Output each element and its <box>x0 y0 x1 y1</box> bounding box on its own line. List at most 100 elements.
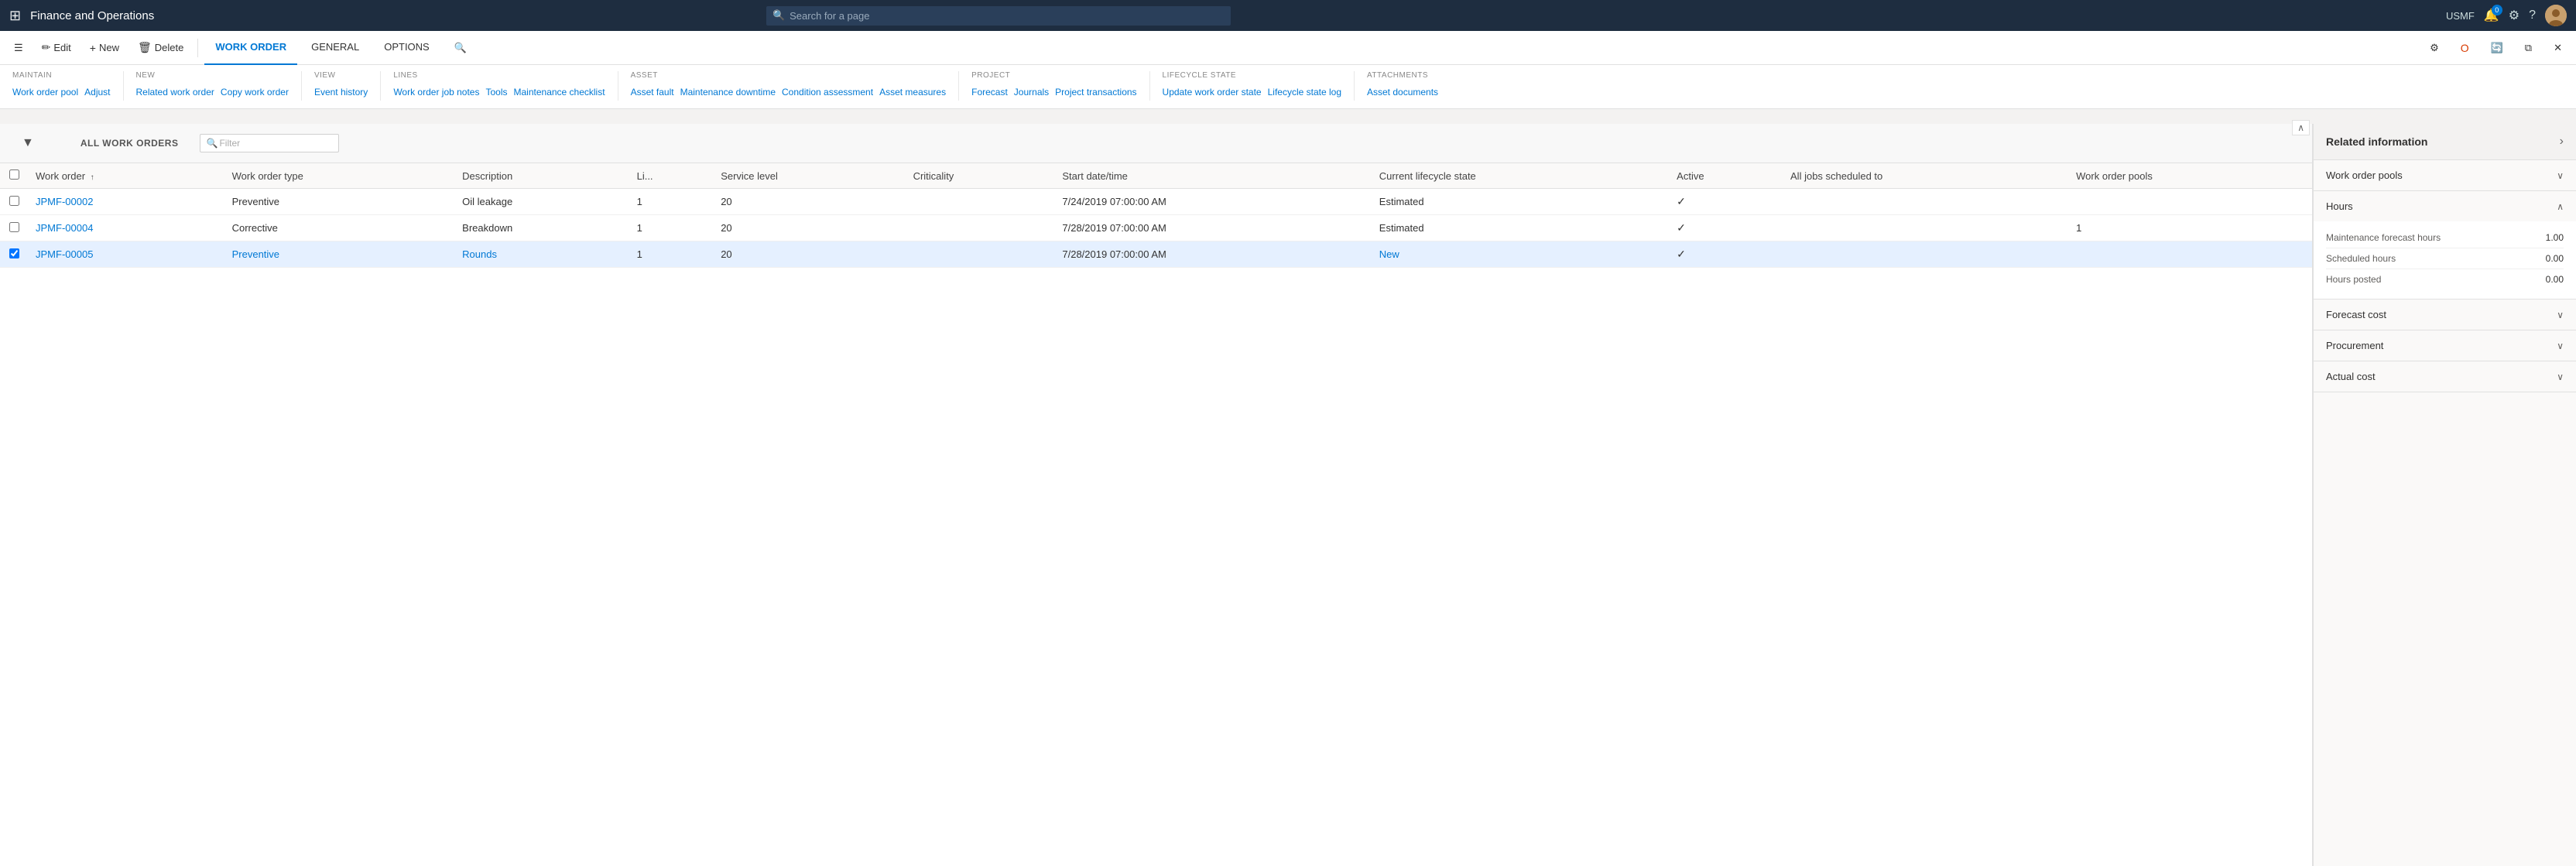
active-check: ✓ <box>1677 195 1686 207</box>
settings-small-btn[interactable]: ⚙ <box>2422 37 2447 59</box>
ribbon-item-copy-work-order[interactable]: Copy work order <box>221 84 289 101</box>
help-icon[interactable]: ? <box>2529 9 2536 22</box>
collapse-arrow[interactable]: ∧ <box>2292 120 2310 135</box>
ribbon-group-project: PROJECT Forecast Journals Project transacti… <box>971 71 1149 101</box>
section-header[interactable]: Hours∧ <box>2314 191 2576 221</box>
work-order-pools-cell <box>2068 241 2312 268</box>
ribbon-item-asset-fault[interactable]: Asset fault <box>631 84 674 101</box>
top-bar-right: USMF 🔔 0 ⚙ ? <box>2446 5 2567 26</box>
restore-btn[interactable]: ⧉ <box>2517 37 2540 59</box>
section-procurement: Procurement∨ <box>2314 330 2576 361</box>
ribbon-item-maintenance-downtime[interactable]: Maintenance downtime <box>680 84 776 101</box>
work-order-description: Rounds <box>454 241 629 268</box>
ribbon-item-work-order-job-notes[interactable]: Work order job notes <box>393 84 479 101</box>
table-body: JPMF-00002PreventiveOil leakage1207/24/2… <box>0 189 2312 268</box>
service-level: 20 <box>713 215 905 241</box>
new-button[interactable]: + New <box>82 37 127 59</box>
ribbon-item-asset-measures[interactable]: Asset measures <box>879 84 946 101</box>
col-description[interactable]: Description <box>454 163 629 189</box>
ribbon-items: Work order pool Adjust <box>12 84 111 101</box>
ribbon-group-label: PROJECT <box>971 71 1136 80</box>
active-cell: ✓ <box>1669 189 1783 215</box>
info-row: Scheduled hours0.00 <box>2326 248 2564 269</box>
ribbon-item-event-history[interactable]: Event history <box>314 84 368 101</box>
work-order-pools-cell: 1 <box>2068 215 2312 241</box>
chevron-icon: ∨ <box>2557 341 2564 351</box>
ribbon-items: Asset documents <box>1367 84 1438 101</box>
col-active[interactable]: Active <box>1669 163 1783 189</box>
ribbon-group-lifecycle-state: LIFECYCLE STATE Update work order state Li… <box>1163 71 1355 101</box>
work-orders-table: Work order ↑ Work order type Description… <box>0 163 2312 268</box>
work-order-id[interactable]: JPMF-00002 <box>36 196 93 207</box>
delete-icon: 🗑 <box>138 41 152 54</box>
refresh-btn[interactable]: 🔄 <box>2483 37 2511 59</box>
chevron-icon: ∧ <box>2557 201 2564 212</box>
col-li[interactable]: Li... <box>629 163 714 189</box>
notification-icon[interactable]: 🔔 0 <box>2484 8 2499 23</box>
section-header[interactable]: Work order pools∨ <box>2314 160 2576 190</box>
right-panel-close-icon[interactable]: › <box>2560 135 2564 149</box>
ribbon-item-condition-assessment[interactable]: Condition assessment <box>782 84 873 101</box>
section-header[interactable]: Procurement∨ <box>2314 330 2576 361</box>
section-header[interactable]: Actual cost∨ <box>2314 361 2576 392</box>
ribbon-item-tools[interactable]: Tools <box>485 84 507 101</box>
ribbon-item-project-transactions[interactable]: Project transactions <box>1055 84 1136 101</box>
col-pools[interactable]: Work order pools <box>2068 163 2312 189</box>
close-btn[interactable]: ✕ <box>2546 37 2570 59</box>
work-order-description: Breakdown <box>454 215 629 241</box>
ribbon-item-update-work-order-state[interactable]: Update work order state <box>1163 84 1262 101</box>
ribbon-group-label: LIFECYCLE STATE <box>1163 71 1341 80</box>
col-type[interactable]: Work order type <box>224 163 455 189</box>
ribbon-items: Update work order state Lifecycle state l… <box>1163 84 1341 101</box>
ribbon-item-related-work-order[interactable]: Related work order <box>136 84 214 101</box>
search-input[interactable] <box>766 6 1231 26</box>
related-info-title: Related information <box>2326 135 2427 148</box>
col-work-order[interactable]: Work order ↑ <box>28 163 224 189</box>
edit-button[interactable]: ✏ Edit <box>34 36 79 59</box>
tab-work-order[interactable]: WORK ORDER <box>204 31 297 65</box>
work-order-id[interactable]: JPMF-00005 <box>36 248 93 260</box>
col-scheduled[interactable]: All jobs scheduled to <box>1783 163 2068 189</box>
ribbon-item-work-order-pool[interactable]: Work order pool <box>12 84 78 101</box>
start-datetime: 7/28/2019 07:00:00 AM <box>1054 241 1371 268</box>
work-order-id[interactable]: JPMF-00004 <box>36 222 93 234</box>
work-order-type-link[interactable]: Preventive <box>232 248 279 260</box>
table-row[interactable]: JPMF-00004CorrectiveBreakdown1207/28/201… <box>0 215 2312 241</box>
col-lifecycle[interactable]: Current lifecycle state <box>1372 163 1669 189</box>
col-criticality[interactable]: Criticality <box>906 163 1055 189</box>
ribbon-item-forecast[interactable]: Forecast <box>971 84 1008 101</box>
section-header[interactable]: Forecast cost∨ <box>2314 300 2576 330</box>
tab-general[interactable]: GENERAL <box>300 31 370 65</box>
lifecycle-state: New <box>1372 241 1669 268</box>
tab-options[interactable]: OPTIONS <box>373 31 440 65</box>
search-page-button[interactable]: 🔍 <box>447 37 474 59</box>
settings-icon[interactable]: ⚙ <box>2509 8 2519 23</box>
col-service[interactable]: Service level <box>713 163 905 189</box>
avatar[interactable] <box>2545 5 2567 26</box>
description-link[interactable]: Rounds <box>462 248 497 260</box>
grid-menu-icon[interactable]: ⊞ <box>9 8 21 24</box>
col-start[interactable]: Start date/time <box>1054 163 1371 189</box>
ribbon-item-maintenance-checklist[interactable]: Maintenance checklist <box>514 84 605 101</box>
filter-input[interactable] <box>200 134 339 152</box>
office-btn[interactable]: O <box>2453 37 2477 59</box>
row-checkbox[interactable] <box>9 248 19 258</box>
hamburger-button[interactable]: ☰ <box>6 37 31 59</box>
row-checkbox[interactable] <box>9 196 19 206</box>
select-all-checkbox[interactable] <box>9 169 19 180</box>
col-checkbox[interactable] <box>0 163 28 189</box>
edit-icon: ✏ <box>42 41 51 54</box>
ribbon-item-adjust[interactable]: Adjust <box>84 84 110 101</box>
sidebar-filter-button[interactable]: ▼ <box>12 130 43 156</box>
table-row[interactable]: JPMF-00002PreventiveOil leakage1207/24/2… <box>0 189 2312 215</box>
table-row[interactable]: JPMF-00005PreventiveRounds1207/28/2019 0… <box>0 241 2312 268</box>
plus-icon: + <box>90 42 96 54</box>
ribbon-item-journals[interactable]: Journals <box>1014 84 1049 101</box>
criticality <box>906 241 1055 268</box>
app-title: Finance and Operations <box>30 9 154 22</box>
ribbon-item-lifecycle-state-log[interactable]: Lifecycle state log <box>1268 84 1341 101</box>
ribbon-item-asset-documents[interactable]: Asset documents <box>1367 84 1438 101</box>
delete-button[interactable]: 🗑 Delete <box>130 36 191 59</box>
all-jobs-scheduled <box>1783 189 2068 215</box>
row-checkbox[interactable] <box>9 222 19 232</box>
